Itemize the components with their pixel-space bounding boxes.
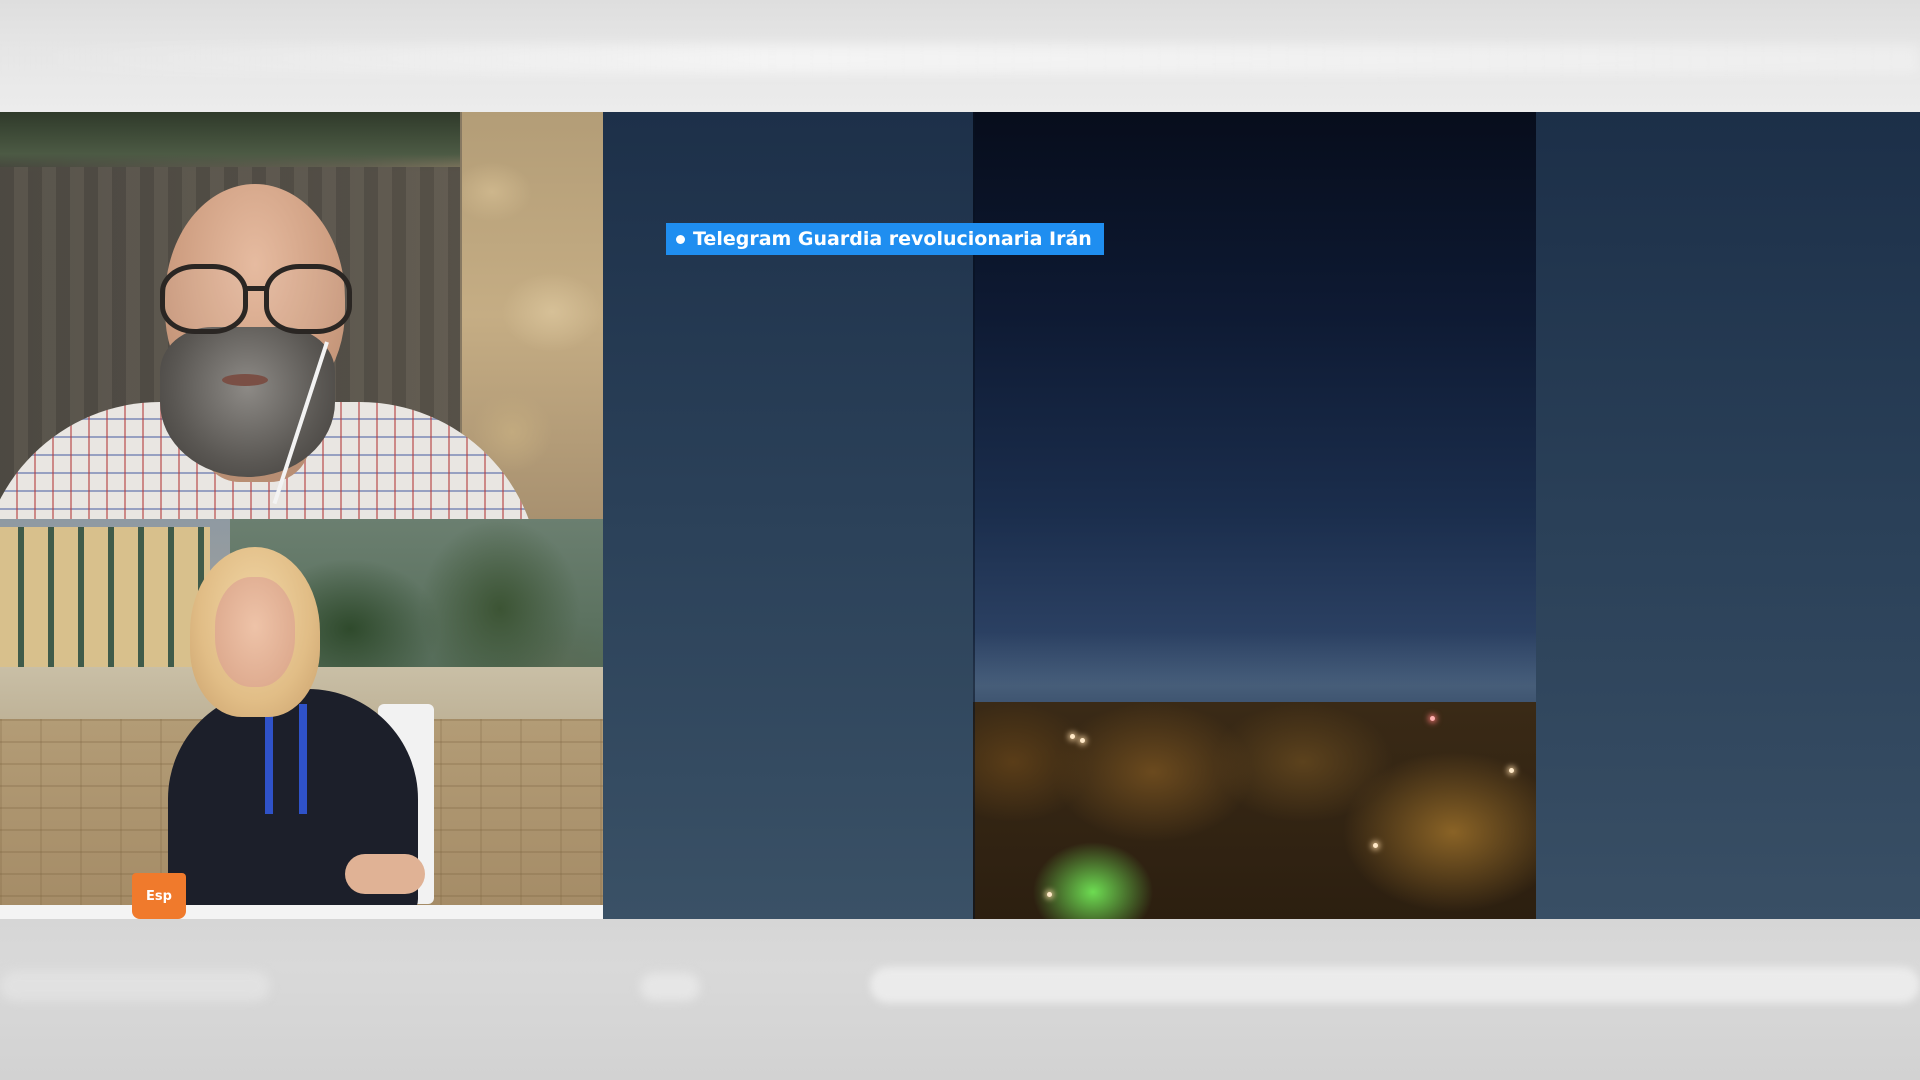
presenter-blue-trim <box>265 704 307 814</box>
sky-projectile-light <box>1430 716 1435 721</box>
channel-mug: Esp <box>132 873 186 919</box>
ground-light <box>1070 734 1075 739</box>
video-blur-pillar-right <box>1536 112 1920 919</box>
top-band-glow <box>0 44 1920 74</box>
guest-background-foliage <box>0 112 460 172</box>
studio-desk <box>0 905 603 919</box>
studio-backdrop-mosque <box>0 527 210 667</box>
bottom-band-blur-shape <box>640 973 700 1001</box>
guest-mouth <box>222 374 268 386</box>
source-caption-text: Telegram Guardia revolucionaria Irán <box>693 228 1092 250</box>
guest-glasses-bridge <box>246 286 266 291</box>
source-caption: Telegram Guardia revolucionaria Irán <box>666 223 1104 255</box>
bottom-frame-band <box>0 919 1920 1080</box>
guest-glasses-right-lens <box>264 264 352 334</box>
guest-glasses <box>160 264 352 334</box>
ground-light <box>1509 768 1514 773</box>
mug-label: Esp <box>146 888 172 904</box>
live-dot-icon <box>676 234 685 244</box>
presenter-hands <box>345 854 425 894</box>
presenter-face <box>215 577 295 687</box>
ground-light <box>1373 843 1378 848</box>
guest-glasses-left-lens <box>160 264 248 334</box>
guest-video-pane <box>0 112 603 519</box>
ground-light <box>1047 892 1052 897</box>
bottom-band-blur-shape <box>0 971 270 1001</box>
ground-light <box>1080 738 1085 743</box>
bottom-band-blur-shape <box>870 967 1920 1003</box>
top-frame-band <box>0 0 1920 112</box>
studio-presenter-pane: Esp <box>0 519 603 919</box>
treeline-silhouette <box>973 702 1536 919</box>
